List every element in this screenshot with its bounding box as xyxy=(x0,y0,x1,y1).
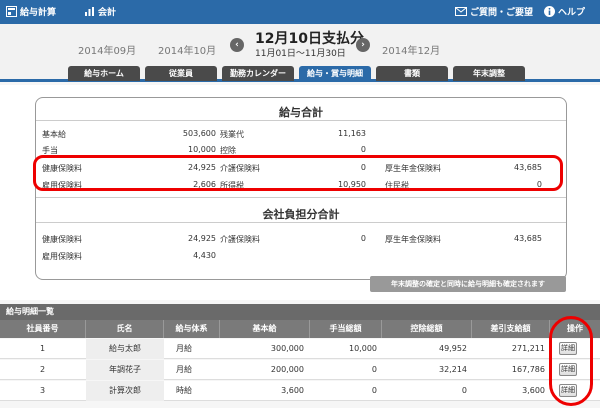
contact-label: ご質問・ご要望 xyxy=(470,8,534,18)
item-value: 24,925 xyxy=(188,234,216,243)
info-icon xyxy=(544,6,555,17)
table-row: 1 給与太郎 月給 300,000 10,000 49,952 271,211 … xyxy=(0,339,600,359)
contact-link[interactable]: ご質問・ご要望 xyxy=(455,5,533,18)
cell-allowance-total: 10,000 xyxy=(349,344,377,353)
cell-deduction-total: 32,214 xyxy=(439,365,467,374)
divider xyxy=(36,197,566,198)
month-link-prev2[interactable]: 2014年09月 xyxy=(78,42,136,57)
highlight-box xyxy=(33,155,563,191)
app-menu-payroll[interactable]: 給与計算 xyxy=(6,5,56,18)
item-label: 残業代 xyxy=(220,130,244,139)
cell-employee-id: 2 xyxy=(40,365,46,374)
chevron-left-icon: ‹ xyxy=(235,40,239,50)
col-pay-type: 給与体系 xyxy=(164,320,220,338)
tab-documents[interactable]: 書類 xyxy=(376,66,448,81)
pay-period-title: 12月10日支払分 xyxy=(255,31,364,47)
cell-net-pay: 3,600 xyxy=(522,386,545,395)
next-month-button[interactable]: › xyxy=(356,38,370,52)
cell-base-salary: 300,000 xyxy=(270,344,304,353)
cell-pay-type: 月給 xyxy=(176,344,192,353)
divider xyxy=(36,222,566,223)
accounting-label: 会計 xyxy=(98,8,117,18)
col-net-pay: 差引支給額 xyxy=(472,320,550,338)
item-value: 503,600 xyxy=(182,129,216,138)
item-value: 11,163 xyxy=(338,129,366,138)
col-name: 氏名 xyxy=(86,320,164,338)
item-value: 0 xyxy=(360,234,366,243)
chart-icon xyxy=(85,7,94,16)
col-base-salary: 基本給 xyxy=(220,320,310,338)
divider xyxy=(36,120,566,121)
col-deduction-total: 控除総額 xyxy=(382,320,472,338)
year-end-notice: 年末調整の確定と同時に給与明細も確定されます xyxy=(370,276,566,292)
item-value: 0 xyxy=(360,145,366,154)
cell-name: 計算次郎 xyxy=(86,381,164,401)
payslip-list-header: 給与明細一覧 xyxy=(0,304,600,320)
tab-work-calendar[interactable]: 勤務カレンダー xyxy=(222,66,294,81)
highlight-oval xyxy=(549,316,593,406)
item-label: 厚生年金保険料 xyxy=(385,235,441,244)
cell-pay-type: 月給 xyxy=(176,365,192,374)
col-employee-id: 社員番号 xyxy=(0,320,86,338)
month-link-prev1[interactable]: 2014年10月 xyxy=(158,42,216,57)
main-tabs: 給与ホーム 従業員 勤務カレンダー 給与・賞与明細 書類 年末調整 xyxy=(0,66,600,82)
app-name: 給与計算 xyxy=(20,8,57,18)
prev-month-button[interactable]: ‹ xyxy=(230,38,244,52)
item-value: 10,000 xyxy=(188,145,216,154)
cell-base-salary: 3,600 xyxy=(281,386,304,395)
tab-employees[interactable]: 従業員 xyxy=(145,66,217,81)
item-value: 4,430 xyxy=(193,251,216,260)
cell-deduction-total: 0 xyxy=(461,386,467,395)
help-label: ヘルプ xyxy=(558,8,586,18)
tab-year-end-adjustment[interactable]: 年末調整 xyxy=(453,66,525,81)
top-bar: 給与計算 会計 ご質問・ご要望 ヘルプ xyxy=(0,0,600,24)
col-allowance-total: 手当総額 xyxy=(310,320,382,338)
tab-payslips[interactable]: 給与・賞与明細 xyxy=(299,66,371,81)
company-total-title: 会社負担分合計 xyxy=(262,208,340,221)
tab-payroll-home[interactable]: 給与ホーム xyxy=(68,66,140,81)
cell-allowance-total: 0 xyxy=(371,386,377,395)
cell-allowance-total: 0 xyxy=(371,365,377,374)
cell-employee-id: 1 xyxy=(40,344,46,353)
help-link[interactable]: ヘルプ xyxy=(544,5,585,18)
cell-name: 給与太郎 xyxy=(86,339,164,359)
mail-icon xyxy=(455,7,467,16)
summary-area: 給与合計 基本給 503,600 残業代 11,163 手当 10,000 控除… xyxy=(0,85,600,300)
item-label: 雇用保険料 xyxy=(42,252,82,261)
cell-net-pay: 271,211 xyxy=(511,344,545,353)
cell-pay-type: 時給 xyxy=(176,386,192,395)
payroll-app-icon xyxy=(6,6,17,17)
item-label: 介護保険料 xyxy=(220,235,260,244)
app-menu-accounting[interactable]: 会計 xyxy=(84,5,116,18)
table-row: 2 年調花子 月給 200,000 0 32,214 167,786 詳細 xyxy=(0,360,600,380)
pay-period-range: 11月01日〜11月30日 xyxy=(255,49,346,59)
salary-total-title: 給与合計 xyxy=(279,106,323,119)
cell-net-pay: 167,786 xyxy=(511,365,545,374)
cell-deduction-total: 49,952 xyxy=(439,344,467,353)
cell-employee-id: 3 xyxy=(40,386,46,395)
table-header: 社員番号 氏名 給与体系 基本給 手当総額 控除総額 差引支給額 操作 xyxy=(0,320,600,338)
month-link-next1[interactable]: 2014年12月 xyxy=(382,42,440,57)
cell-name: 年調花子 xyxy=(86,360,164,380)
item-label: 基本給 xyxy=(42,130,66,139)
month-navigation: 2014年09月 2014年10月 ‹ 12月10日支払分 11月01日〜11月… xyxy=(0,24,600,66)
table-row: 3 計算次郎 時給 3,600 0 0 3,600 詳細 xyxy=(0,381,600,401)
cell-base-salary: 200,000 xyxy=(270,365,304,374)
item-value: 43,685 xyxy=(514,234,542,243)
item-label: 健康保険料 xyxy=(42,235,82,244)
chevron-right-icon: › xyxy=(361,40,365,50)
